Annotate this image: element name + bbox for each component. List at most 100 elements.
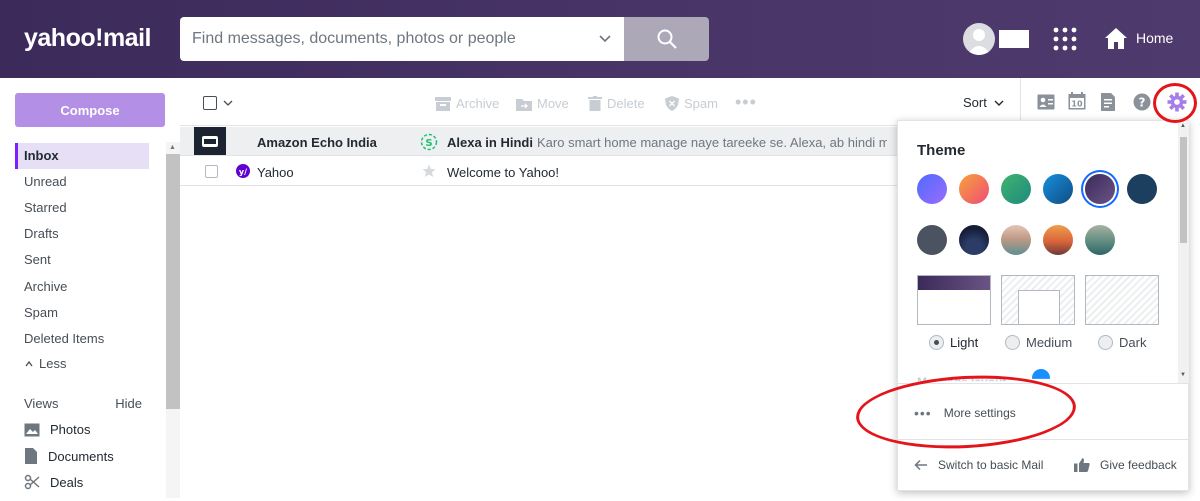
svg-text:10: 10 [1071, 100, 1083, 109]
scroll-down-arrow-icon[interactable]: ▼ [1180, 372, 1186, 378]
move-label: Move [537, 96, 569, 111]
user-icon [967, 29, 991, 55]
deals-label: Deals [50, 474, 84, 490]
sidebar-item-photos[interactable]: Photos [24, 422, 90, 437]
yahoo-mail-logo[interactable]: yahoo!mail [24, 24, 151, 53]
row-checkbox[interactable] [205, 165, 218, 178]
sidebar-item-unread[interactable]: Unread [15, 169, 149, 195]
archive-icon [435, 96, 451, 111]
table-row[interactable]: Amazon Echo India S Alexa in Hindi Karo … [180, 127, 898, 156]
sidebar-item-deals[interactable]: Deals [24, 474, 83, 490]
less-label: Less [39, 356, 67, 371]
layout-medium-label: Medium [1026, 335, 1073, 350]
help-icon[interactable]: ? [1133, 93, 1151, 111]
star-icon[interactable] [422, 164, 436, 178]
layout-light-radio[interactable] [929, 335, 944, 350]
give-feedback-link[interactable]: Give feedback [1074, 458, 1177, 472]
sidebar-item-deleted-items[interactable]: Deleted Items [15, 326, 149, 352]
layout-medium-radio[interactable] [1005, 335, 1020, 350]
message-sender: Amazon Echo India [257, 135, 377, 150]
document-icon [25, 448, 37, 464]
sidebar-item-starred[interactable]: Starred [15, 195, 149, 221]
sidebar-item-documents[interactable]: Documents [24, 448, 114, 464]
layout-light-option[interactable]: Light [929, 335, 978, 350]
panel-scroll-thumb[interactable] [1180, 137, 1187, 243]
chevron-down-icon [994, 100, 1004, 106]
more-actions-icon[interactable]: ••• [735, 92, 757, 113]
avatar[interactable] [963, 23, 995, 55]
layout-medium-option[interactable]: Medium [1005, 335, 1072, 350]
search-input[interactable] [180, 17, 590, 61]
delete-button[interactable]: Delete [588, 96, 645, 111]
switch-basic-mail-link[interactable]: Switch to basic Mail [914, 458, 1043, 472]
sidebar-item-sent[interactable]: Sent [15, 247, 149, 273]
hide-views-link[interactable]: Hide [115, 396, 142, 411]
compose-button[interactable]: Compose [15, 93, 165, 127]
theme-swatch-purple[interactable] [1085, 174, 1115, 204]
photo-icon [24, 423, 40, 436]
theme-swatch-green[interactable] [1001, 174, 1031, 204]
theme-swatch-lake[interactable] [1085, 225, 1115, 255]
layout-light-preview[interactable] [917, 275, 991, 325]
message-subject: Welcome to Yahoo! [447, 165, 560, 180]
scroll-up-arrow-icon[interactable]: ▲ [169, 144, 176, 151]
svg-text:?: ? [1139, 96, 1146, 110]
annotation-circle-settings [1153, 83, 1197, 123]
theme-swatch-mountains[interactable] [959, 225, 989, 255]
trash-icon [588, 96, 602, 111]
yahoo-badge-icon: y/ [236, 164, 250, 178]
spam-label: Spam [684, 96, 718, 111]
scroll-up-arrow-icon[interactable]: ▲ [1180, 123, 1186, 129]
theme-swatch-sunrise[interactable] [1043, 225, 1073, 255]
calendar-icon[interactable]: 10 [1068, 92, 1086, 110]
search-icon [657, 29, 677, 49]
photos-label: Photos [50, 422, 91, 437]
contacts-icon[interactable] [1037, 94, 1055, 110]
delete-label: Delete [607, 96, 645, 111]
app-header: yahoo!mail Home [0, 0, 1200, 78]
layout-dark-radio[interactable] [1098, 335, 1113, 350]
layout-dark-preview[interactable] [1085, 275, 1159, 325]
message-sender: Yahoo [257, 165, 294, 180]
sidebar-item-archive[interactable]: Archive [15, 274, 149, 300]
spam-button[interactable]: Spam [665, 96, 718, 111]
theme-swatch-violet[interactable] [917, 174, 947, 204]
select-all-checkbox[interactable] [203, 96, 217, 110]
sidebar-scroll-thumb[interactable] [166, 154, 180, 409]
table-row[interactable]: y/ Yahoo Welcome to Yahoo! [180, 157, 898, 186]
chevron-down-icon[interactable] [596, 30, 614, 48]
documents-label: Documents [48, 448, 114, 464]
theme-swatch-slate[interactable] [917, 225, 947, 255]
archive-button[interactable]: Archive [435, 96, 499, 111]
home-link[interactable]: Home [1104, 26, 1173, 50]
theme-title: Theme [917, 142, 966, 159]
deal-tag-icon: S [420, 133, 438, 151]
theme-swatch-navy[interactable] [1127, 174, 1157, 204]
username[interactable] [999, 30, 1029, 48]
search-button[interactable] [624, 17, 709, 61]
layout-medium-preview[interactable] [1001, 275, 1075, 325]
theme-swatch-coast[interactable] [1001, 225, 1031, 255]
message-snippet: Karo smart home manage naye tareeke se. … [537, 135, 887, 150]
sidebar-scrollbar[interactable]: ▲ [166, 142, 180, 498]
sidebar-item-drafts[interactable]: Drafts [15, 221, 149, 247]
theme-swatch-sunset[interactable] [959, 174, 989, 204]
sidebar-item-spam[interactable]: Spam [15, 300, 149, 326]
give-feedback-label: Give feedback [1100, 458, 1177, 472]
move-button[interactable]: Move [516, 96, 569, 111]
message-toolbar: Archive Move Delete Spam ••• Sort [180, 78, 1020, 126]
theme-swatch-blue[interactable] [1043, 174, 1073, 204]
less-toggle[interactable]: Less [15, 351, 149, 377]
chevron-down-icon[interactable] [223, 98, 233, 108]
layout-light-label: Light [950, 335, 979, 350]
notepad-icon[interactable] [1101, 93, 1115, 111]
sidebar: Compose Inbox Unread Starred Drafts Sent… [0, 78, 180, 501]
sort-button[interactable]: Sort [963, 95, 1005, 110]
home-label: Home [1136, 30, 1174, 46]
apps-grid-icon[interactable] [1052, 26, 1078, 52]
sidebar-item-inbox[interactable]: Inbox [15, 143, 149, 169]
layout-dark-option[interactable]: Dark [1098, 335, 1146, 350]
panel-scrollbar[interactable]: ▲ ▼ [1178, 121, 1189, 383]
views-header: Views Hide [24, 396, 142, 411]
views-label: Views [24, 396, 59, 411]
